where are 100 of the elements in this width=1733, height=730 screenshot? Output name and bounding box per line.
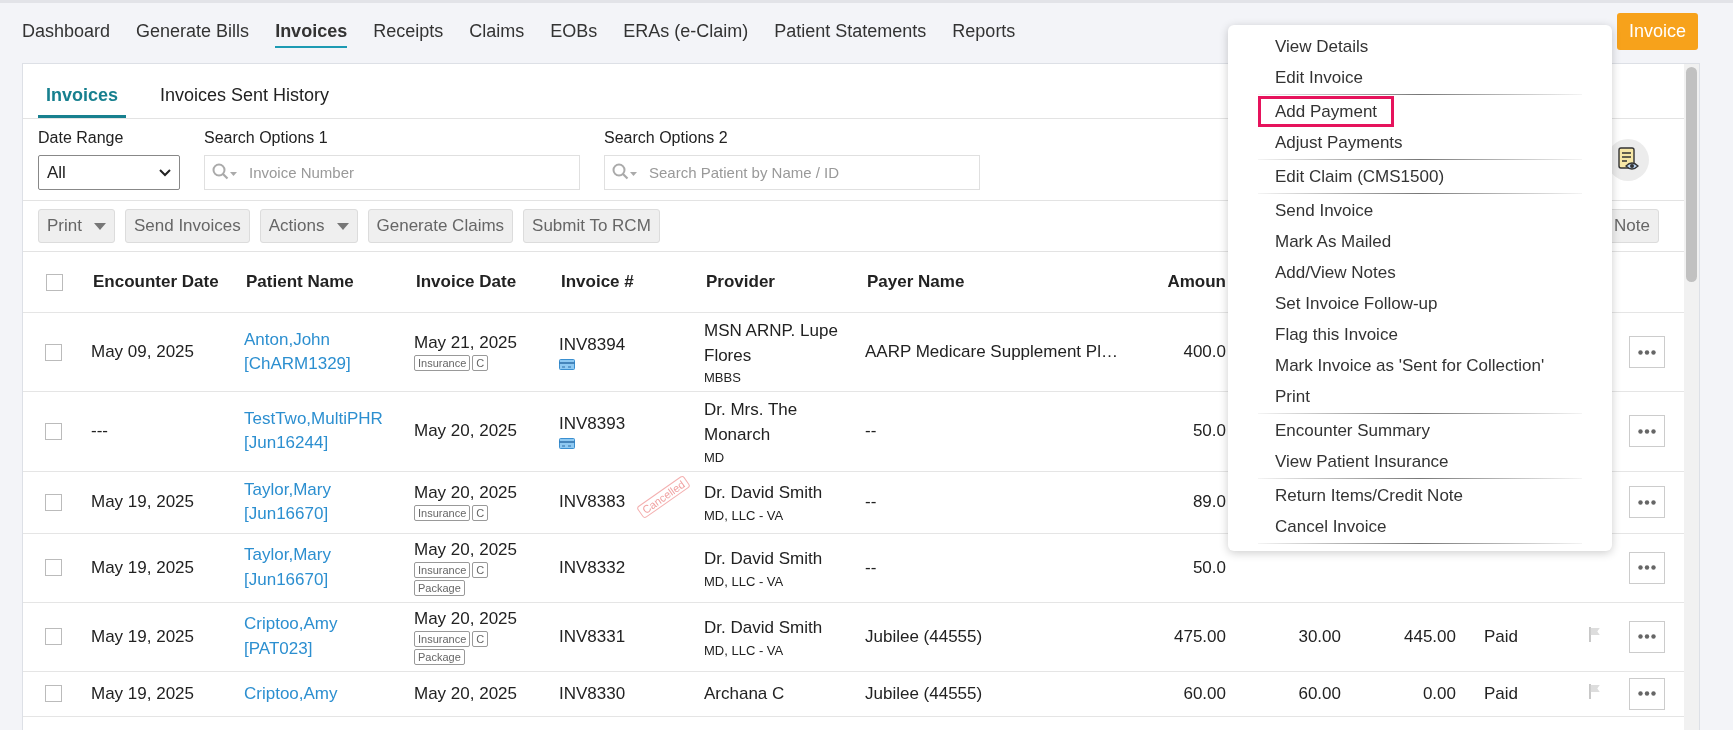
table-cell: --- <box>91 421 108 441</box>
sub-tab[interactable]: Invoices Sent History <box>152 77 338 118</box>
table-cell: 0.00 <box>1422 683 1456 703</box>
nav-tab[interactable]: ERAs (e-Claim) <box>623 15 749 48</box>
nav-tab[interactable]: Invoices <box>275 15 348 48</box>
menu-item[interactable]: Send Invoice <box>1258 195 1391 226</box>
nav-tab[interactable]: Patient Statements <box>774 15 927 48</box>
more-options-button[interactable] <box>1629 415 1665 448</box>
row-checkbox[interactable] <box>44 493 62 511</box>
table-cell: INV8393 <box>559 413 626 434</box>
row-checkbox[interactable] <box>44 628 62 646</box>
menu-item[interactable]: Set Invoice Follow-up <box>1258 288 1455 319</box>
toolbar-button[interactable]: Send Invoices <box>124 209 250 243</box>
row-checkbox[interactable] <box>44 343 62 361</box>
patient-link[interactable]: Criptoo,Amy <box>244 681 398 707</box>
menu-item[interactable]: View Details <box>1258 31 1386 62</box>
table-cell: May 20, 2025 <box>414 539 517 560</box>
table-cell: May 21, 2025 <box>414 333 517 354</box>
row-checkbox[interactable] <box>44 559 62 577</box>
nav-tab[interactable]: Reports <box>952 15 1016 48</box>
table-cell-text: Dr. David Smith <box>704 548 823 570</box>
table-cell: May 19, 2025 <box>91 557 194 577</box>
more-icon <box>1638 428 1656 434</box>
column-header: Encounter Date <box>93 272 219 291</box>
table-cell: May 19, 2025 <box>91 626 194 646</box>
menu-item[interactable]: Mark Invoice as 'Sent for Collection' <box>1258 350 1562 381</box>
dropdown-button[interactable]: Print <box>38 209 115 243</box>
menu-item[interactable]: Mark As Mailed <box>1258 226 1409 257</box>
menu-item[interactable]: Flag this Invoice <box>1258 319 1415 350</box>
patient-link[interactable]: Anton,John [ChARM1329] <box>244 327 398 377</box>
toolbar-button[interactable]: Generate Claims <box>367 209 514 243</box>
menu-item[interactable]: Add/View Notes <box>1258 257 1413 288</box>
select-all-checkbox[interactable] <box>45 273 63 291</box>
row-checkbox[interactable] <box>44 422 62 440</box>
menu-item[interactable]: Return Items/Credit Note <box>1258 480 1480 511</box>
field-label: Search Options 2 <box>604 129 729 147</box>
more-options-button[interactable] <box>1629 486 1665 519</box>
more-icon <box>1638 499 1656 505</box>
table-cell: 400.0 <box>1183 342 1226 362</box>
table-cell: 475.00 <box>1174 626 1226 646</box>
patient-link[interactable]: Criptoo,Amy [PAT023] <box>244 612 398 662</box>
table-cell: MD, LLC - VA <box>704 642 784 658</box>
column-header: Provider <box>706 272 775 291</box>
table-cell: AARP Medicare Supplement Pl… <box>865 342 1118 362</box>
column-header: Amoun <box>1167 272 1226 291</box>
table-cell: Paid <box>1484 683 1519 703</box>
menu-item[interactable]: Edit Invoice <box>1258 62 1380 93</box>
more-options-button[interactable] <box>1629 336 1665 369</box>
table-cell: MD <box>704 449 725 465</box>
nav-tab[interactable]: Claims <box>469 15 525 48</box>
menu-item[interactable]: Edit Claim (CMS1500) <box>1258 161 1462 192</box>
menu-item[interactable]: Encounter Summary <box>1258 415 1447 446</box>
search-field[interactable]: Invoice Number <box>204 155 580 190</box>
scrollbar[interactable] <box>1684 64 1699 730</box>
menu-item[interactable]: Print <box>1258 381 1327 412</box>
more-options-button[interactable] <box>1629 551 1665 584</box>
nav-tab[interactable]: Receipts <box>373 15 444 48</box>
table-cell: MBBS <box>704 370 741 386</box>
more-options-button[interactable] <box>1629 677 1665 710</box>
nav-tab[interactable]: Generate Bills <box>136 15 250 48</box>
flag-icon[interactable] <box>1589 683 1601 699</box>
search-field[interactable]: Search Patient by Name / ID <box>604 155 980 190</box>
table-cell: -- <box>865 492 877 512</box>
menu-item[interactable]: Adjust Payments <box>1258 127 1420 158</box>
caret-icon <box>93 222 106 230</box>
search-icon[interactable] <box>612 163 638 181</box>
table-cell: 50.0 <box>1192 557 1226 577</box>
dropdown-button[interactable]: Actions <box>259 209 358 243</box>
table-cell: May 20, 2025 <box>414 483 517 504</box>
menu-item[interactable]: View Patient Insurance <box>1258 446 1466 477</box>
table-cell: Jubilee (44555) <box>865 683 983 703</box>
table-cell: INV8332 <box>559 557 626 578</box>
more-icon <box>1638 634 1656 640</box>
table-cell: 60.00 <box>1298 683 1341 703</box>
sub-tab[interactable]: Invoices <box>38 77 127 118</box>
nav-tab[interactable]: Dashboard <box>22 15 111 48</box>
more-options-button[interactable] <box>1629 620 1665 653</box>
table-cell: 50.0 <box>1192 421 1226 441</box>
search-icon[interactable] <box>212 163 238 181</box>
table-cell: May 19, 2025 <box>91 492 194 512</box>
table-cell: Paid <box>1484 626 1519 646</box>
flag-icon[interactable] <box>1589 626 1601 642</box>
table-cell: May 09, 2025 <box>91 342 194 362</box>
toolbar-button[interactable]: Submit To RCM <box>523 209 660 243</box>
table-cell: 30.00 <box>1298 626 1341 646</box>
patient-link[interactable]: Taylor,Mary [Jun16670] <box>244 543 398 593</box>
field-label: Search Options 1 <box>204 129 329 147</box>
more-icon <box>1638 691 1656 697</box>
table-cell-text: MSN ARNP. Lupe Flores <box>704 320 839 367</box>
nav-tab[interactable]: EOBs <box>550 15 598 48</box>
menu-item[interactable]: Cancel Invoice <box>1258 511 1404 542</box>
date-range-select[interactable]: All <box>38 155 180 190</box>
row-checkbox[interactable] <box>44 685 62 703</box>
patient-link[interactable]: Taylor,Mary [Jun16670] <box>244 477 398 527</box>
table-cell: May 20, 2025 <box>414 683 517 704</box>
table-cell: INV8383 <box>559 492 626 513</box>
patient-link[interactable]: TestTwo,MultiPHR [Jun16244] <box>244 406 398 457</box>
chevron-down-icon <box>159 168 171 177</box>
tag: C <box>472 505 489 522</box>
menu-item[interactable]: Add Payment <box>1258 96 1395 127</box>
